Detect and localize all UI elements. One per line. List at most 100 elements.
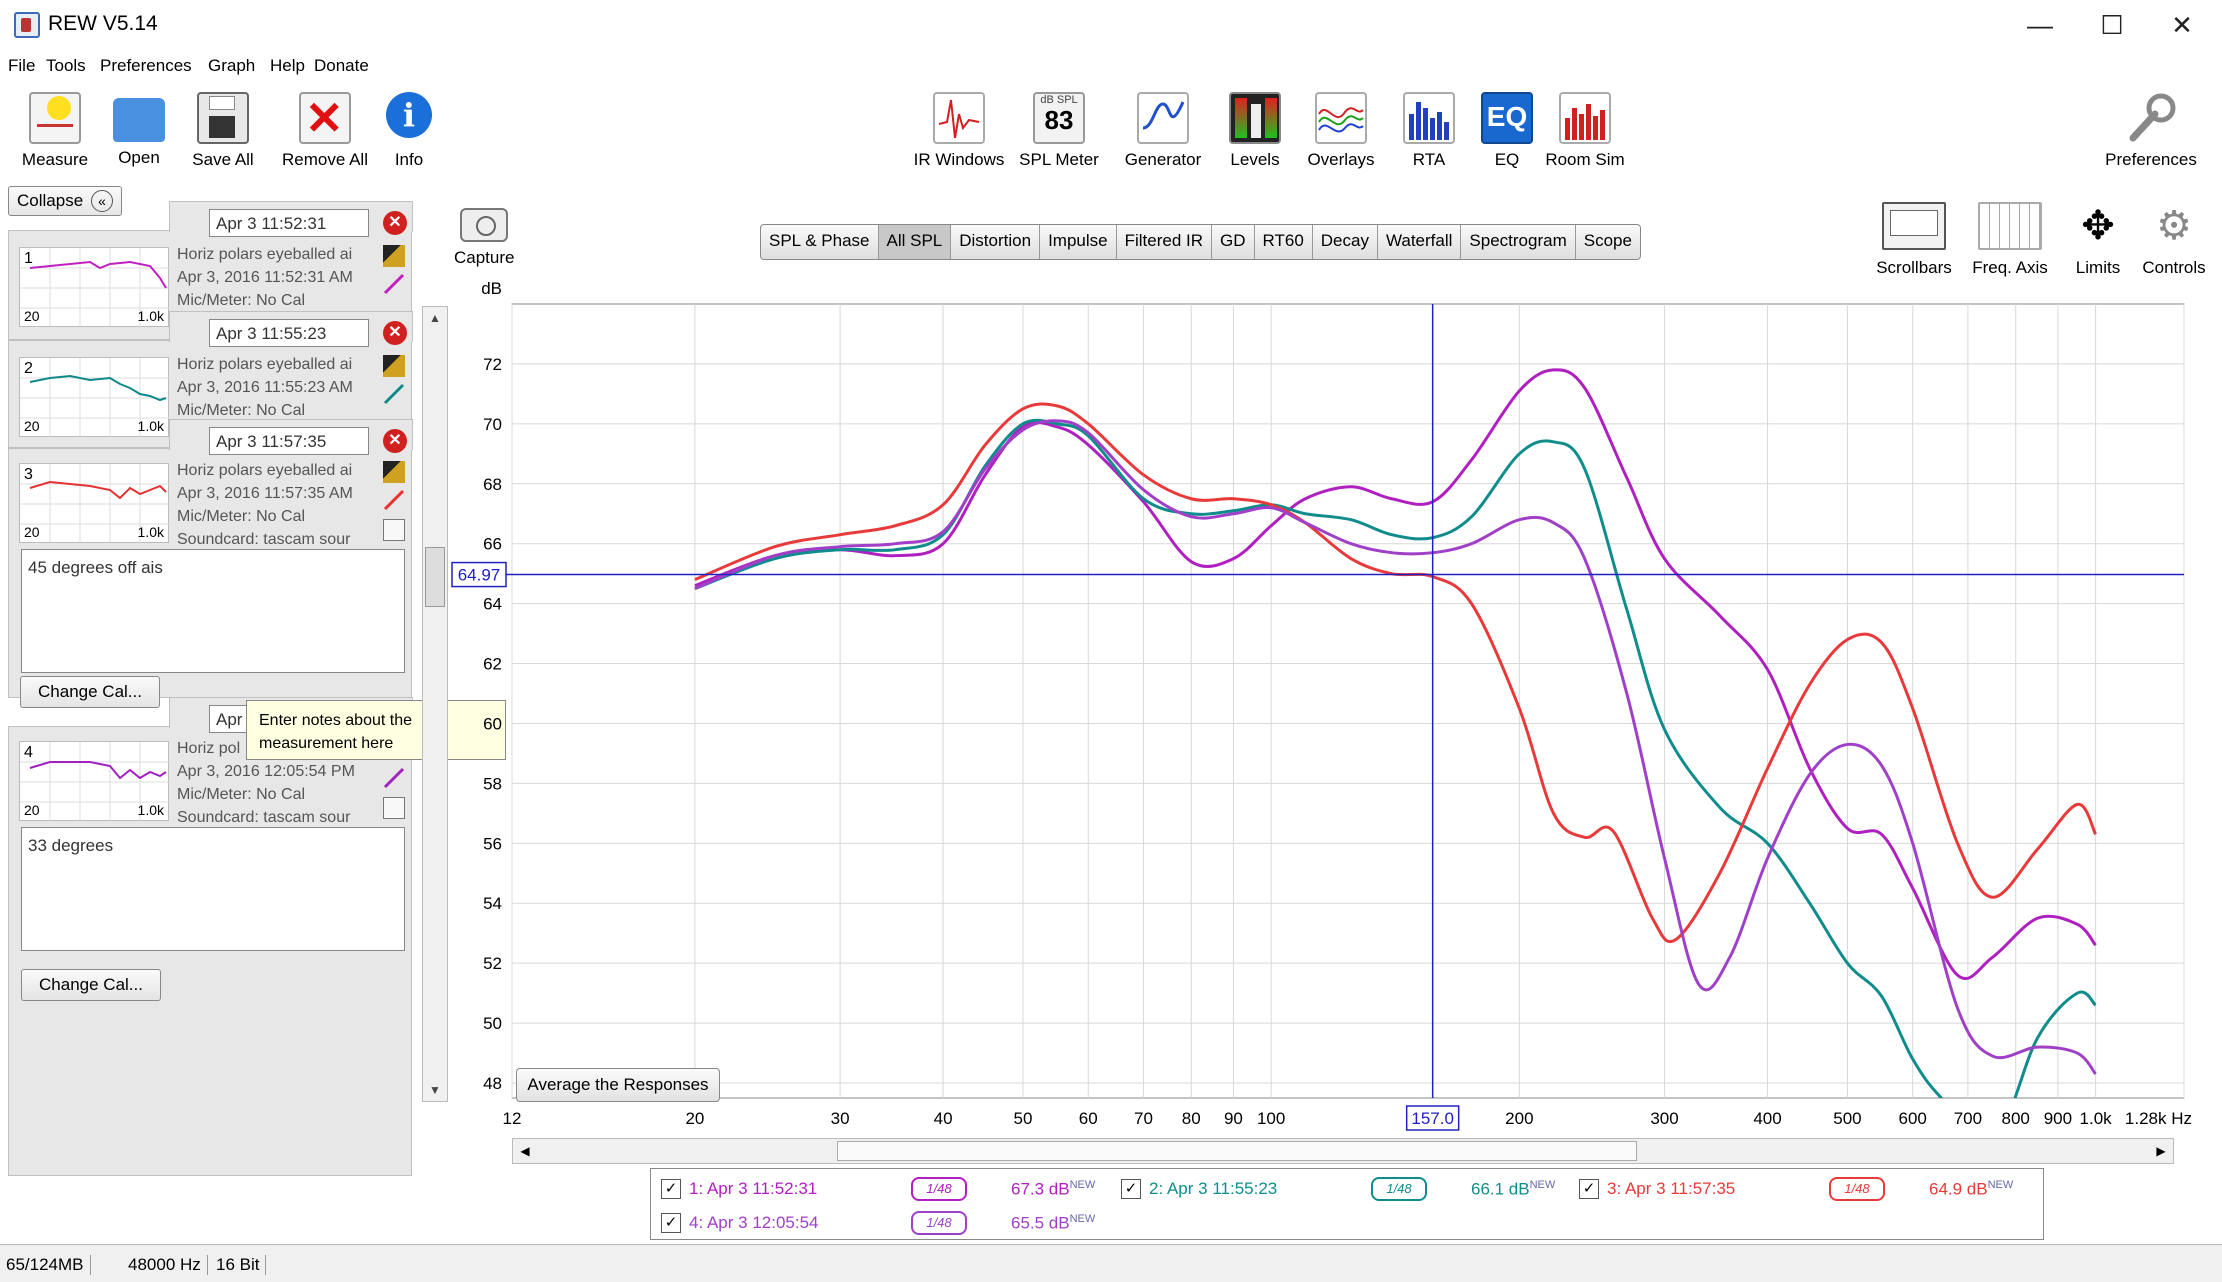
smoothing-badge[interactable]: 1/48 [911,1211,967,1235]
measurement-card-4[interactable]: Apr 4 20 1.0k Horiz pol Apr 3, 2016 12:0… [8,697,413,1176]
visibility-checkbox[interactable]: ✓ [1579,1179,1599,1199]
legend-item-2[interactable]: ✓ 2: Apr 3 11:55:23 1/48 66.1 dBNEW [1121,1175,1581,1205]
tab-spectrogram[interactable]: Spectrogram [1461,225,1576,259]
chevron-left-icon: « [91,190,113,212]
room-sim-button[interactable]: Room Sim [1530,92,1640,178]
close-button[interactable]: ✕ [2152,8,2212,42]
calibration-icon[interactable] [383,519,405,541]
scroll-left-icon[interactable]: ◀ [513,1139,537,1163]
delete-icon[interactable]: ✕ [383,429,407,453]
scrollbars-control[interactable]: Scrollbars [1866,202,1962,278]
visibility-checkbox[interactable]: ✓ [661,1179,681,1199]
x-tick-label: 80 [1182,1109,1201,1128]
controls-control[interactable]: ⚙ Controls [2126,202,2222,278]
smoothing-badge[interactable]: 1/48 [1829,1177,1885,1201]
x-tick-label: 600 [1899,1109,1927,1128]
smoothing-badge[interactable]: 1/48 [1371,1177,1427,1201]
properties-icon[interactable] [383,461,405,483]
x-tick-label: 70 [1134,1109,1153,1128]
mini-graph[interactable]: 3 20 1.0k [19,463,170,544]
calibration-icon[interactable] [383,797,405,819]
visibility-checkbox[interactable]: ✓ [1121,1179,1141,1199]
x-tick-label: 1.0k [2080,1109,2113,1128]
menu-donate[interactable]: Donate [314,56,369,76]
legend-item-4[interactable]: ✓ 4: Apr 3 12:05:54 1/48 65.5 dBNEW [661,1209,1121,1239]
tab-decay[interactable]: Decay [1313,225,1378,259]
measurement-card-3[interactable]: Apr 3 11:57:35 ✕ 3 20 1.0k Horiz polars … [8,419,413,698]
y-tick-label: 54 [483,894,502,913]
tab-filtered-ir[interactable]: Filtered IR [1117,225,1213,259]
camera-icon [460,208,508,242]
delete-icon[interactable]: ✕ [383,211,407,235]
spl-meter-button[interactable]: dB SPL 83 SPL Meter [1004,92,1114,178]
x-tick-label: 1.28k Hz [2125,1109,2192,1128]
change-cal-button[interactable]: Change Cal... [21,969,161,1001]
measurement-name-input[interactable]: Apr 3 11:55:23 [209,319,369,347]
menu-graph[interactable]: Graph [208,56,255,76]
tab-spl-phase[interactable]: SPL & Phase [761,225,879,259]
mini-graph[interactable]: 4 20 1.0k [19,741,170,822]
line-color-icon[interactable] [383,489,405,511]
measurement-name-input[interactable]: Apr 3 11:57:35 [209,427,369,455]
properties-icon[interactable] [383,245,405,267]
menu-tools[interactable]: Tools [46,56,86,76]
room-sim-icon [1559,92,1611,144]
mini-graph[interactable]: 1 20 1.0k [19,247,170,328]
maximize-button[interactable]: ☐ [2082,8,2142,42]
tab-rt60[interactable]: RT60 [1255,225,1313,259]
x-tick-label: 800 [2002,1109,2030,1128]
mini-graph[interactable]: 2 20 1.0k [19,357,170,438]
line-color-icon[interactable] [383,383,405,405]
y-tick-label: 68 [483,475,502,494]
x-tick-label: 60 [1079,1109,1098,1128]
x-tick-label: 300 [1650,1109,1678,1128]
y-tick-label: 58 [483,774,502,793]
ir-windows-button[interactable]: IR Windows [904,92,1014,178]
change-cal-button[interactable]: Change Cal... [20,676,160,708]
average-responses-button[interactable]: Average the Responses [516,1068,720,1102]
tab-waterfall[interactable]: Waterfall [1378,225,1462,259]
save-all-button[interactable]: Save All [168,92,278,178]
delete-icon[interactable]: ✕ [383,321,407,345]
info-icon: i [386,92,432,138]
preferences-button[interactable]: Preferences [2096,92,2206,178]
legend-item-1[interactable]: ✓ 1: Apr 3 11:52:31 1/48 67.3 dBNEW [661,1175,1121,1205]
y-axis-label: dB [481,279,502,298]
capture-button[interactable]: Capture [454,208,514,268]
tab-scope[interactable]: Scope [1576,225,1640,259]
legend-panel: ✓ 1: Apr 3 11:52:31 1/48 67.3 dBNEW ✓ 2:… [650,1168,2044,1240]
measurement-name-input[interactable]: Apr 3 11:52:31 [209,209,369,237]
tab-distortion[interactable]: Distortion [951,225,1041,259]
menu-help[interactable]: Help [270,56,305,76]
properties-icon[interactable] [383,355,405,377]
notes-field[interactable]: 45 degrees off ais [21,549,405,673]
tab-all-spl[interactable]: All SPL [878,225,952,259]
title-bar: REW V5.14 — ☐ ✕ [0,0,2222,50]
spl-meter-icon: dB SPL 83 [1033,92,1085,144]
tab-gd[interactable]: GD [1212,225,1255,259]
scroll-thumb[interactable] [837,1141,1637,1161]
minimize-button[interactable]: — [2010,8,2070,42]
legend-item-3[interactable]: ✓ 3: Apr 3 11:57:35 1/48 64.9 dBNEW [1579,1175,2039,1205]
status-bar: 65/124MB 48000 Hz 16 Bit [0,1244,2222,1282]
spl-plot[interactable]: 48 50 52 54 56 58 60 62 64 66 68 70 72 12 20 30 40 50 60 70… [440,274,2196,1134]
notes-field[interactable]: 33 degrees [21,827,405,951]
collapse-button[interactable]: Collapse « [8,186,122,216]
smoothing-badge[interactable]: 1/48 [911,1177,967,1201]
x-tick-label: 100 [1257,1109,1285,1128]
limits-icon: ✥ [2081,204,2115,248]
visibility-checkbox[interactable]: ✓ [661,1213,681,1233]
line-color-icon[interactable] [383,273,405,295]
x-tick-label: 500 [1833,1109,1861,1128]
freq-axis-control[interactable]: Freq. Axis [1962,202,2058,278]
memory-status: 65/124MB [6,1255,91,1275]
frequency-scrollbar[interactable]: ◀ ▶ [512,1138,2174,1164]
info-button[interactable]: i Info [354,92,464,178]
line-color-icon[interactable] [383,767,405,789]
menu-file[interactable]: File [8,56,35,76]
menu-preferences[interactable]: Preferences [100,56,192,76]
scroll-right-icon[interactable]: ▶ [2149,1139,2173,1163]
main-toolbar: Measure Open Save All ✕ Remove All i Inf… [0,84,2222,180]
gear-icon: ⚙ [2156,204,2192,248]
tab-impulse[interactable]: Impulse [1040,225,1117,259]
